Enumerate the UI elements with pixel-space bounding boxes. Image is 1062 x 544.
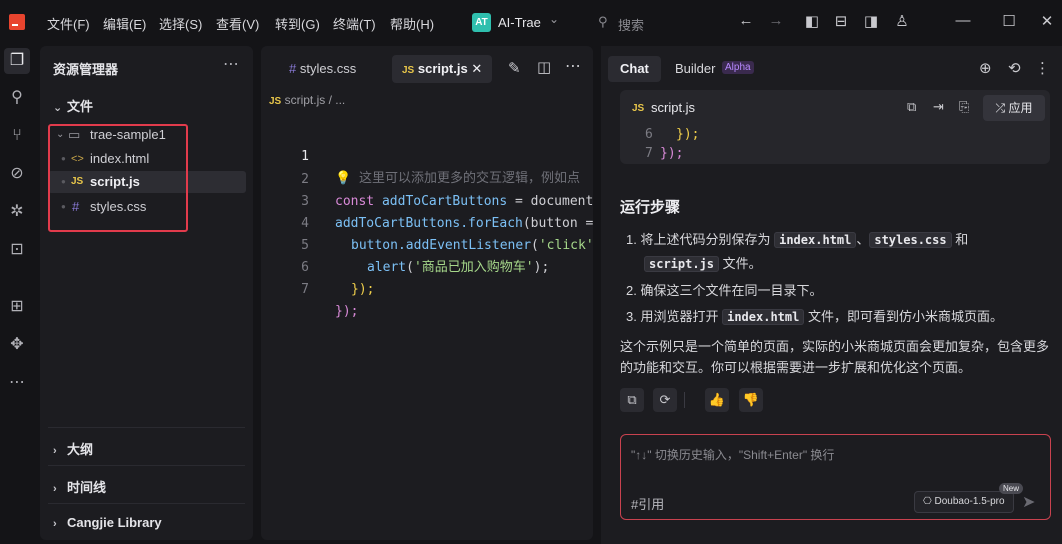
tab-script-js[interactable]: JS script.js ✕	[392, 55, 493, 83]
code-line: 7 });	[645, 146, 684, 161]
forward-arrow-icon[interactable]: →	[766, 12, 786, 29]
input-placeholder: "↑↓" 切换历史输入，"Shift+Enter" 换行	[631, 448, 835, 462]
model-selector[interactable]: ⎔ Doubao-1.5-pro	[914, 491, 1014, 513]
step-1-cont: script.js 文件。	[644, 254, 762, 274]
thumbs-up-icon[interactable]: 👍	[705, 388, 729, 412]
account-icon[interactable]: ♙	[892, 12, 912, 30]
js-icon: JS	[269, 96, 282, 107]
menu-view[interactable]: 查看(V)	[216, 14, 259, 33]
chevron-right-icon: ›	[53, 518, 57, 530]
apply-button[interactable]: ⤮ 应用	[983, 95, 1045, 121]
preview-icon[interactable]: ⊡	[4, 237, 30, 263]
code-line[interactable]: 6 });	[261, 235, 593, 297]
code-line[interactable]: 7 });	[261, 257, 593, 319]
code-card: JS script.js ⧉ ⇥ ⎘ ⤮ 应用 6 }); 7 });	[620, 90, 1050, 164]
breadcrumb: JS script.js / ...	[269, 93, 346, 107]
tab-builder[interactable]: Builder	[663, 56, 727, 82]
more-icon[interactable]: ⋯	[4, 370, 30, 396]
history-icon[interactable]: ⟲	[1008, 59, 1021, 77]
chat-panel: Chat Builder Alpha ⊕ ⟲ ⋮ JS script.js ⧉ …	[601, 46, 1062, 544]
chat-paragraph: 这个示例只是一个简单的页面，实际的小米商城页面会更加复杂，包含更多的功能和交互。…	[620, 339, 1050, 375]
toggle-sidebar-icon[interactable]: ◧	[802, 12, 822, 30]
step-3: 3. 用浏览器打开 index.html 文件，即可看到仿小米商城页面。	[626, 309, 1003, 325]
code-line[interactable]: 5 alert('商品已加入购物车');	[261, 213, 593, 275]
insert-icon[interactable]: ⇥	[933, 99, 944, 115]
step-1: 1. 将上述代码分别保存为 index.html、 styles.css 和	[626, 232, 969, 248]
chat-input[interactable]: "↑↓" 切换历史输入，"Shift+Enter" 换行 #引用 ⎔ Douba…	[620, 434, 1051, 520]
section-files[interactable]: ⌄ 文件	[53, 96, 93, 115]
js-icon: JS	[402, 65, 415, 76]
card-file-name: script.js	[651, 100, 696, 115]
code-line[interactable]: 1 💡 这里可以添加更多的交互逻辑，例如点	[261, 124, 593, 186]
toggle-auxbar-icon[interactable]: ◨	[861, 12, 881, 30]
search-icon[interactable]: ⚲	[598, 14, 608, 30]
new-badge: New	[999, 483, 1024, 494]
section-outline[interactable]: › 大纲	[53, 439, 93, 458]
plugin-icon[interactable]: ✥	[4, 332, 30, 358]
code-line[interactable]: 3 addToCartButtons.forEach(button =	[261, 169, 593, 231]
steps-heading: 运行步骤	[620, 199, 681, 216]
thumbs-down-icon[interactable]: 👎	[739, 388, 763, 412]
js-icon: JS	[632, 103, 645, 114]
tab-styles-css[interactable]: # styles.css	[279, 55, 366, 83]
split-editor-icon[interactable]: ◫	[537, 58, 551, 76]
editor-panel: # styles.css JS script.js ✕ ✎ ◫ ⋯ JS scr…	[261, 46, 593, 540]
source-control-icon[interactable]: ⑂	[4, 123, 30, 149]
chevron-down-icon: ⌄	[53, 102, 63, 114]
send-icon[interactable]: ➤	[1022, 492, 1035, 512]
menu-file[interactable]: 文件(F)	[47, 14, 90, 33]
ai-badge[interactable]: AT	[472, 13, 491, 32]
toggle-panel-icon[interactable]: ⊟	[831, 12, 851, 30]
css-icon: #	[289, 61, 297, 76]
regenerate-icon[interactable]: ⟳	[653, 388, 677, 412]
copy-icon[interactable]: ⧉	[907, 99, 916, 115]
more-actions-icon[interactable]: ⋮	[1035, 59, 1050, 77]
menu-edit[interactable]: 编辑(E)	[103, 14, 146, 33]
close-icon[interactable]: ✕	[1037, 12, 1057, 30]
apply-icon: ⤮	[995, 101, 1006, 115]
chevron-right-icon: ›	[53, 445, 57, 457]
alpha-badge: Alpha	[722, 61, 754, 74]
explorer-title: 资源管理器	[53, 62, 119, 77]
extensions-icon[interactable]: ⊞	[4, 294, 30, 320]
back-arrow-icon[interactable]: ←	[736, 12, 756, 29]
title-bar: 文件(F) 编辑(E) 选择(S) 查看(V) 转到(G) 终端(T) 帮助(H…	[0, 0, 1062, 46]
step-2: 2. 确保这三个文件在同一目录下。	[626, 283, 823, 298]
maximize-icon[interactable]: ☐	[999, 12, 1019, 30]
quote-button[interactable]: #引用	[631, 494, 664, 513]
model-icon: ⎔	[923, 496, 932, 507]
copy-icon[interactable]: ⧉	[620, 388, 644, 412]
search-icon[interactable]: ⚲	[4, 85, 30, 111]
explorer-panel: 资源管理器 ⋯ ⌄ 文件 ⌄ ▭ trae-sample1 ● <> index.…	[40, 46, 253, 540]
menu-selection[interactable]: 选择(S)	[159, 14, 202, 33]
chevron-right-icon: ›	[53, 483, 57, 495]
debug-icon[interactable]: ✲	[4, 199, 30, 225]
search-input[interactable]: 搜索	[618, 15, 644, 34]
minimize-icon[interactable]: —	[953, 12, 973, 29]
explorer-icon[interactable]: ❐	[4, 48, 30, 74]
new-chat-icon[interactable]: ⊕	[979, 59, 992, 77]
menu-goto[interactable]: 转到(G)	[275, 14, 320, 33]
more-actions-icon[interactable]: ⋯	[223, 54, 239, 74]
code-line[interactable]: 4 button.addEventListener('click'	[261, 191, 593, 253]
remote-icon[interactable]: ⊘	[4, 161, 30, 187]
close-tab-icon[interactable]: ✕	[471, 61, 482, 76]
edit-icon[interactable]: ✎	[508, 59, 521, 77]
chevron-down-icon[interactable]: ⌄	[549, 12, 559, 26]
ai-name[interactable]: AI-Trae	[498, 15, 541, 30]
section-timeline[interactable]: › 时间线	[53, 477, 106, 496]
section-cangjie-library[interactable]: › Cangjie Library	[53, 515, 162, 530]
more-actions-icon[interactable]: ⋯	[565, 56, 581, 76]
new-file-icon[interactable]: ⎘	[959, 99, 969, 115]
tab-chat[interactable]: Chat	[608, 56, 661, 82]
menu-help[interactable]: 帮助(H)	[390, 14, 434, 33]
code-line[interactable]: 2 const addToCartButtons = document	[261, 147, 593, 209]
menu-terminal[interactable]: 终端(T)	[333, 14, 376, 33]
app-logo	[9, 14, 25, 30]
highlight-box	[48, 124, 188, 232]
code-line: 6 });	[645, 127, 700, 142]
